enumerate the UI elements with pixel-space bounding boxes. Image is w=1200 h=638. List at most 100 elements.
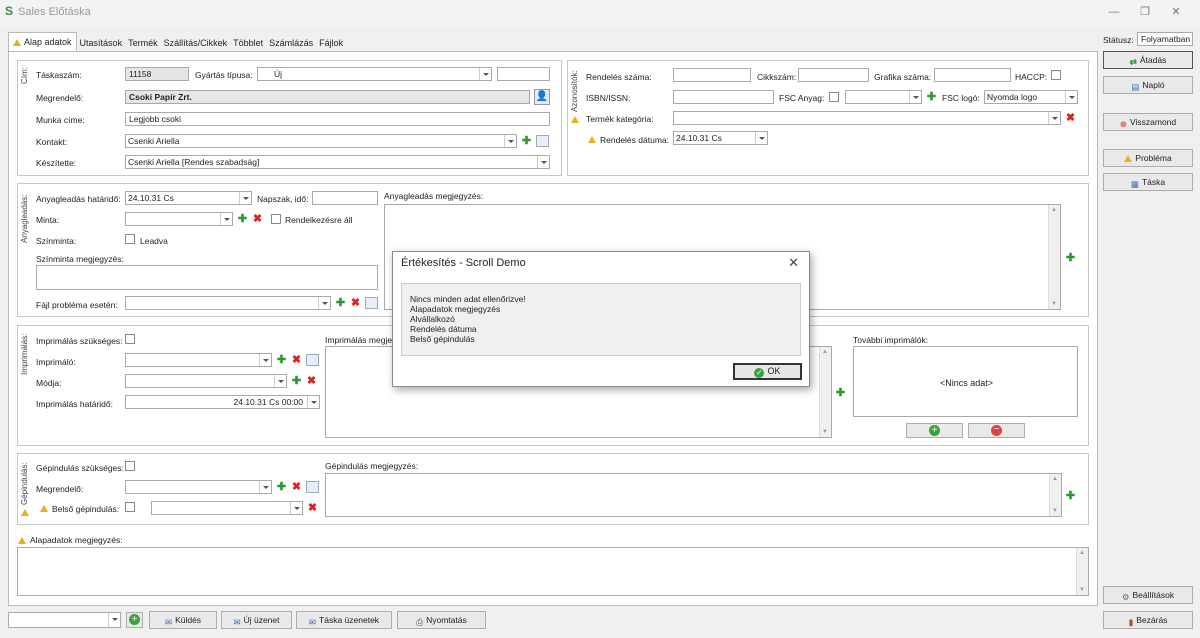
add-message-button[interactable]: +	[126, 612, 143, 628]
add-imprimalo-button[interactable]: +	[906, 423, 963, 438]
maximize-icon[interactable]: ❐	[1134, 4, 1156, 20]
clear-termek-icon[interactable]: ✖	[1065, 112, 1076, 124]
tab-alap-adatok[interactable]: Alap adatok	[8, 32, 77, 51]
anyag-hatarido-picker[interactable]: 24.10.31 Cs	[125, 191, 252, 205]
gep-megrendelo-dropdown[interactable]	[125, 480, 272, 494]
minimize-icon[interactable]: —	[1103, 4, 1125, 20]
uj-uzenet-button[interactable]: ✉ Új üzenet	[221, 611, 292, 629]
belso-gepindulas-checkbox[interactable]	[125, 502, 135, 512]
tab-szallitas[interactable]: Szállítás/Cikkek	[161, 35, 231, 51]
kontakt-dropdown[interactable]: Csenki Ariella	[125, 134, 517, 148]
gep-megj-scrollbar[interactable]	[1049, 474, 1061, 516]
nyomtatas-button[interactable]: ⎙ Nyomtatás	[397, 611, 486, 629]
add-modja-icon[interactable]: ✚	[291, 375, 302, 387]
keszitette-dropdown[interactable]: Csenki Ariella [Rendes szabadság]	[125, 155, 550, 169]
add-fajl-icon[interactable]: ✚	[335, 297, 346, 309]
gep-megj-textarea[interactable]	[325, 473, 1062, 517]
dialog-close-icon[interactable]: ✕	[788, 255, 799, 271]
add-impr-megj-icon[interactable]: ✚	[835, 387, 846, 399]
clear-fajl-icon[interactable]: ✖	[350, 297, 361, 309]
close-icon[interactable]: ✕	[1165, 4, 1187, 20]
imprimalo-dropdown[interactable]	[125, 353, 272, 367]
visszamond-button[interactable]: ⊗ Visszamond	[1103, 113, 1193, 131]
isbn-input[interactable]	[673, 90, 774, 104]
add-imprimalo-icon[interactable]: ✚	[276, 354, 287, 366]
atadas-button[interactable]: ⇄ Átadás	[1103, 51, 1193, 69]
leadva-label: Leadva	[140, 236, 168, 246]
fsc-anyag-dropdown[interactable]	[845, 90, 922, 104]
warning-icon	[40, 505, 48, 512]
rendeles-datuma-picker[interactable]: 24.10.31 Cs	[673, 131, 768, 145]
log-icon: ▤	[1131, 82, 1140, 92]
cikkszam-input[interactable]	[798, 68, 869, 82]
dialog-message-4: Belső gépindulás	[410, 334, 475, 344]
card-icon[interactable]	[536, 135, 549, 147]
kuldes-button[interactable]: ✉ Küldés	[149, 611, 217, 629]
minta-dropdown[interactable]	[125, 212, 233, 226]
clear-gep-megrendelo-icon[interactable]: ✖	[291, 481, 302, 493]
grafika-szama-input[interactable]	[934, 68, 1011, 82]
impr-hatarido-picker[interactable]: 24.10.31 Cs 00:00	[125, 395, 320, 409]
problema-button[interactable]: Probléma	[1103, 149, 1193, 167]
gyartas-tipusa-dropdown[interactable]: Új	[257, 67, 492, 81]
message-template-dropdown[interactable]	[8, 612, 121, 628]
clear-imprimalo-icon[interactable]: ✖	[291, 354, 302, 366]
modja-dropdown[interactable]	[125, 374, 287, 388]
minta-label: Minta:	[36, 215, 60, 225]
beallitasok-button[interactable]: ⚙ Beállítások	[1103, 586, 1193, 604]
add-anyag-megj-icon[interactable]: ✚	[1065, 252, 1076, 264]
napszak-input[interactable]	[312, 191, 378, 205]
dialog-title: Értékesítés - Scroll Demo	[401, 257, 526, 269]
tab-termek[interactable]: Termék	[125, 35, 161, 51]
rendeles-szama-input[interactable]	[673, 68, 751, 82]
szinminta-megj-label: Színminta megjegyzés:	[36, 254, 124, 264]
taska-button[interactable]: ▦ Táska	[1103, 173, 1193, 191]
bezaras-button[interactable]: ▮ Bezárás	[1103, 611, 1193, 629]
remove-imprimalo-button[interactable]: −	[968, 423, 1025, 438]
card-icon[interactable]	[306, 481, 319, 493]
anyag-megj-scrollbar[interactable]	[1048, 205, 1060, 309]
szinminta-megj-textarea[interactable]	[36, 265, 378, 290]
add-fsc-icon[interactable]: ✚	[926, 91, 937, 103]
taska-uzenetek-button[interactable]: ✉ Táska üzenetek	[296, 611, 392, 629]
chevron-down-icon	[220, 213, 232, 225]
mail-list-icon: ✉	[308, 617, 317, 627]
ok-button[interactable]: ✓ OK	[733, 363, 802, 380]
chevron-down-icon	[318, 297, 330, 309]
cim-group-label: Cím:	[20, 67, 29, 84]
tab-fajlok[interactable]: Fájlok	[316, 35, 346, 51]
alap-megj-textarea[interactable]	[17, 547, 1089, 596]
contact-person-icon[interactable]: 👤	[534, 89, 550, 105]
rendelkezes-checkbox[interactable]	[271, 214, 281, 224]
impr-szukseges-checkbox[interactable]	[125, 334, 135, 344]
leadva-checkbox[interactable]	[125, 234, 135, 244]
tab-tobblet[interactable]: Többlet	[230, 35, 266, 51]
munka-cime-input[interactable]: Legjobb csoki	[125, 112, 550, 126]
card-icon[interactable]	[365, 297, 378, 309]
alap-megj-scrollbar[interactable]	[1076, 548, 1088, 595]
fsc-logo-dropdown[interactable]: Nyomda logo	[984, 90, 1078, 104]
add-gep-megrendelo-icon[interactable]: ✚	[276, 481, 287, 493]
chevron-down-icon	[108, 613, 120, 627]
add-kontakt-icon[interactable]: ✚	[521, 135, 532, 147]
fsc-anyag-checkbox[interactable]	[829, 92, 839, 102]
haccp-checkbox[interactable]	[1051, 70, 1061, 80]
clear-modja-icon[interactable]: ✖	[306, 375, 317, 387]
tab-utasitasok[interactable]: Utasítások	[77, 35, 126, 51]
gyartas-extra-field[interactable]	[497, 67, 550, 81]
add-minta-icon[interactable]: ✚	[237, 213, 248, 225]
clear-belso-icon[interactable]: ✖	[307, 502, 318, 514]
tab-szamlazas[interactable]: Számlázás	[266, 35, 316, 51]
termek-kategoria-dropdown[interactable]	[673, 111, 1061, 125]
add-gep-megj-icon[interactable]: ✚	[1065, 490, 1076, 502]
gep-szukseges-checkbox[interactable]	[125, 461, 135, 471]
rendeles-szama-label: Rendelés száma:	[586, 72, 652, 82]
naplo-button[interactable]: ▤ Napló	[1103, 76, 1193, 94]
chevron-down-icon	[1048, 112, 1060, 124]
fajl-problema-dropdown[interactable]	[125, 296, 331, 310]
card-icon[interactable]	[306, 354, 319, 366]
belso-gepindulas-dropdown[interactable]	[151, 501, 303, 515]
cikkszam-label: Cikkszám:	[757, 72, 797, 82]
clear-minta-icon[interactable]: ✖	[252, 213, 263, 225]
impr-megj-scrollbar[interactable]	[819, 347, 831, 437]
